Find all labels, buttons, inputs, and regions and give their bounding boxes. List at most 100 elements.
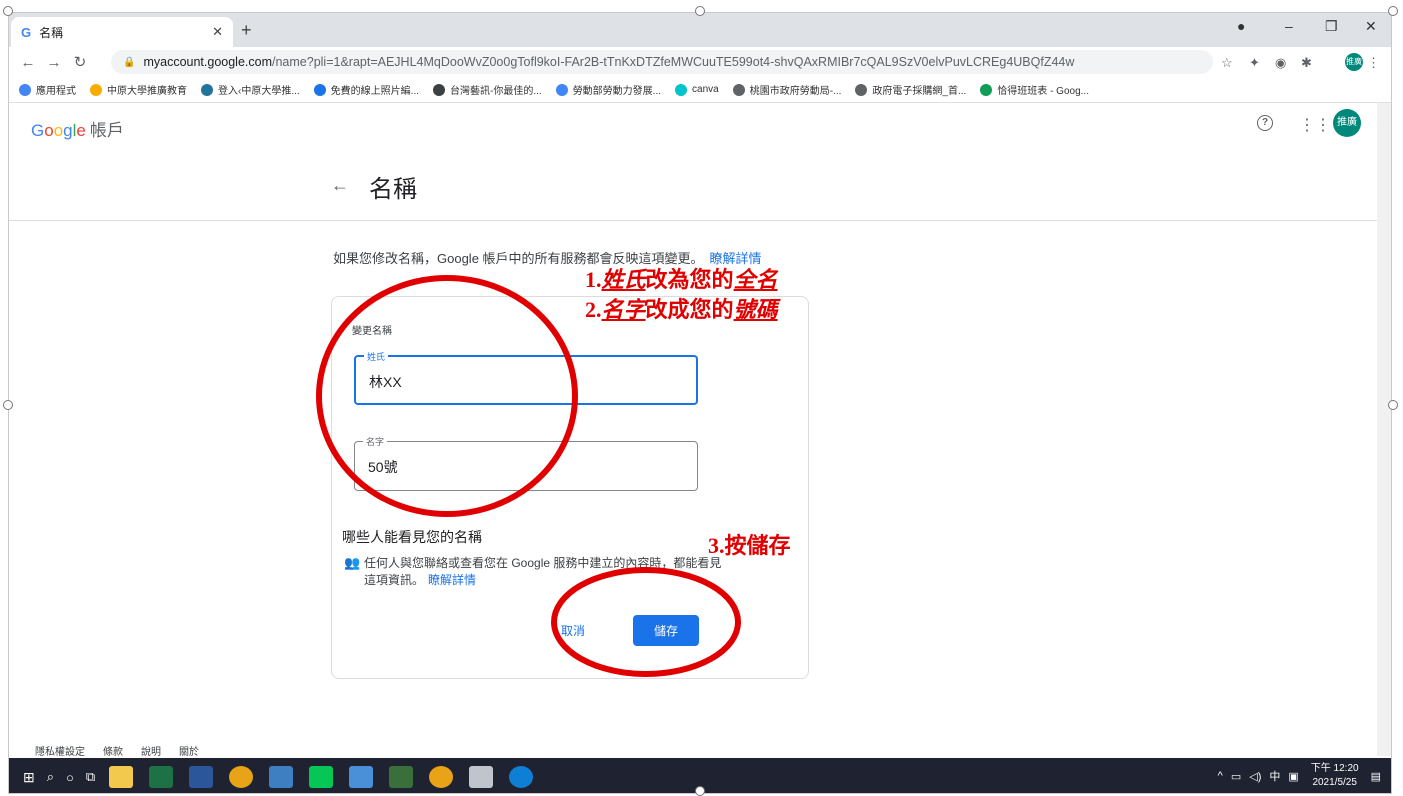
bookmarks-bar: 應用程式 中原大學推廣教育 登入‹中原大學推... 免費的線上照片編... 台灣藝訊-你… bbox=[9, 77, 1391, 103]
task-view-icon[interactable]: ⧉ bbox=[86, 769, 95, 785]
first-name-label: 名字 bbox=[363, 435, 388, 448]
bookmark-item[interactable]: 勞動部勞動力發展... bbox=[555, 82, 662, 97]
bookmark-label: canva bbox=[692, 84, 719, 95]
notification-icon[interactable]: ▤ bbox=[1371, 770, 1381, 783]
bookmark-item[interactable]: 恰得班班表 - Goog... bbox=[980, 82, 1089, 97]
browser-tab[interactable]: G 名稱 ✕ bbox=[11, 17, 233, 47]
menu-kebab-icon[interactable]: ⋮ bbox=[1367, 55, 1380, 71]
bookmark-item[interactable]: 台灣藝訊-你最佳的... bbox=[433, 82, 542, 97]
bookmark-item[interactable]: 應用程式 bbox=[19, 82, 76, 97]
clock[interactable]: 下午 12:20 2021/5/25 bbox=[1311, 762, 1359, 790]
page-title: 名稱 bbox=[369, 176, 417, 203]
reload-icon[interactable]: ↻ bbox=[69, 53, 91, 71]
file-explorer-icon[interactable] bbox=[109, 766, 134, 788]
page-scrollbar[interactable] bbox=[1377, 103, 1391, 756]
paint-icon[interactable] bbox=[469, 766, 494, 788]
url-host: myaccount.google.com bbox=[143, 55, 272, 69]
bookmark-item[interactable]: canva bbox=[675, 83, 719, 96]
resize-handle[interactable] bbox=[1388, 6, 1398, 16]
line-icon[interactable] bbox=[309, 766, 334, 788]
visibility-text: 任何人與您聯絡或查看您在 Google 服務中建立的內容時，都能看見這項資訊。瞭… bbox=[364, 556, 722, 587]
address-bar[interactable]: 🔒 myaccount.google.com /name?pli=1&rapt=… bbox=[111, 50, 1213, 74]
tab-strip: G 名稱 ✕ + ● – ❐ ✕ bbox=[9, 13, 1391, 47]
extension-icon[interactable]: ✦ bbox=[1249, 55, 1260, 71]
bookmark-favicon-icon bbox=[980, 83, 993, 96]
resize-handle[interactable] bbox=[695, 786, 705, 796]
help-icon[interactable]: ? bbox=[1257, 115, 1273, 131]
cortana-icon[interactable]: ○ bbox=[66, 770, 74, 785]
bookmark-item[interactable]: 中原大學推廣教育 bbox=[90, 82, 187, 97]
page-content: Google 帳戶 ? ⋮⋮⋮ 推廣 ← 名稱 如果您修改名稱，Google 帳戶… bbox=[9, 103, 1391, 758]
profile-avatar[interactable]: 推廣 bbox=[1345, 53, 1363, 71]
windows-start-icon[interactable]: ⊞ bbox=[23, 769, 35, 786]
annotation-step-3: 3.按儲存 bbox=[708, 533, 791, 558]
network-icon[interactable]: ▭ bbox=[1231, 770, 1241, 783]
bookmark-label: 桃園市政府勞動局-... bbox=[749, 86, 842, 97]
record-icon[interactable]: ● bbox=[1237, 18, 1245, 34]
clock-time: 下午 12:20 bbox=[1310, 763, 1359, 774]
puzzle-icon[interactable]: ✱ bbox=[1301, 55, 1312, 71]
tray-chevron-icon[interactable]: ^ bbox=[1218, 770, 1223, 782]
account-avatar[interactable]: 推廣 bbox=[1333, 109, 1361, 137]
bookmark-favicon-icon bbox=[433, 83, 446, 96]
bookmark-item[interactable]: 桃園市政府勞動局-... bbox=[732, 82, 842, 97]
minimize-icon[interactable]: – bbox=[1285, 18, 1293, 34]
chrome-icon[interactable] bbox=[429, 766, 454, 788]
bookmark-item[interactable]: 政府電子採購網_首... bbox=[855, 82, 966, 97]
footer-link-privacy[interactable]: 隱私權設定 bbox=[35, 743, 85, 758]
app-icon[interactable] bbox=[389, 766, 414, 788]
resize-handle[interactable] bbox=[1388, 400, 1398, 410]
name-card: 變更名稱 姓氏 林XX 名字 50號 哪些人能看見您的名稱 👥 任何人與您聯絡或… bbox=[331, 296, 809, 679]
save-button[interactable]: 儲存 bbox=[633, 615, 699, 646]
screenshot-frame: G 名稱 ✕ + ● – ❐ ✕ ← → ↻ 🔒 myaccount.googl… bbox=[8, 12, 1392, 794]
word-icon[interactable] bbox=[189, 766, 214, 788]
people-icon: 👥 bbox=[344, 555, 361, 570]
footer-link-help[interactable]: 說明 bbox=[141, 743, 161, 758]
bookmark-star-icon[interactable]: ☆ bbox=[1221, 55, 1233, 71]
visibility-title: 哪些人能看見您的名稱 bbox=[342, 529, 482, 545]
maximize-icon[interactable]: ❐ bbox=[1325, 18, 1338, 35]
cancel-button[interactable]: 取消 bbox=[561, 622, 585, 639]
app-icon[interactable] bbox=[269, 766, 294, 788]
extension-icon[interactable]: ◉ bbox=[1275, 55, 1286, 71]
bookmark-favicon-icon bbox=[855, 83, 868, 96]
close-window-icon[interactable]: ✕ bbox=[1365, 18, 1377, 35]
url-path: /name?pli=1&rapt=AEJHL4MqDooWvZ0o0gTofl9… bbox=[272, 55, 1075, 69]
google-account-header: Google 帳戶 ? ⋮⋮⋮ 推廣 bbox=[9, 103, 1377, 151]
first-name-field[interactable]: 名字 50號 bbox=[354, 435, 698, 491]
ime-indicator[interactable]: 中 bbox=[1269, 768, 1280, 784]
annotation-step-1: 1.姓氏改為您的全名 bbox=[585, 267, 778, 292]
browser-toolbar: ← → ↻ 🔒 myaccount.google.com /name?pli=1… bbox=[9, 47, 1391, 77]
back-icon[interactable]: ← bbox=[17, 54, 39, 71]
clock-date: 2021/5/25 bbox=[1312, 777, 1357, 788]
last-name-field[interactable]: 姓氏 林XX bbox=[354, 350, 698, 405]
bookmark-item[interactable]: 免費的線上照片編... bbox=[313, 82, 419, 97]
bookmark-favicon-icon bbox=[19, 83, 31, 96]
close-tab-icon[interactable]: ✕ bbox=[212, 24, 223, 40]
keyboard-icon[interactable]: ▣ bbox=[1288, 770, 1298, 783]
chrome-icon[interactable] bbox=[229, 766, 254, 788]
bookmark-item[interactable]: 登入‹中原大學推... bbox=[201, 82, 300, 97]
bookmark-label: 登入‹中原大學推... bbox=[218, 86, 300, 97]
resize-handle[interactable] bbox=[3, 6, 13, 16]
resize-handle[interactable] bbox=[3, 400, 13, 410]
google-account-logo[interactable]: Google 帳戶 bbox=[31, 116, 124, 141]
annotation-step-2: 2.名字改成您的號碼 bbox=[585, 297, 778, 322]
edge-icon[interactable] bbox=[509, 766, 534, 788]
app-icon[interactable] bbox=[349, 766, 374, 788]
new-tab-icon[interactable]: + bbox=[241, 20, 252, 41]
footer-link-about[interactable]: 關於 bbox=[179, 743, 199, 758]
search-icon[interactable]: ⌕ bbox=[47, 769, 54, 785]
visibility-learn-more-link[interactable]: 瞭解詳情 bbox=[428, 573, 476, 587]
forward-icon[interactable]: → bbox=[43, 54, 65, 71]
bookmark-label: 中原大學推廣教育 bbox=[107, 86, 187, 97]
back-arrow-icon[interactable]: ← bbox=[331, 175, 349, 196]
footer-link-terms[interactable]: 條款 bbox=[103, 743, 123, 758]
resize-handle[interactable] bbox=[695, 6, 705, 16]
bookmark-favicon-icon bbox=[555, 83, 568, 96]
volume-icon[interactable]: ◁) bbox=[1249, 770, 1261, 783]
last-name-value: 林XX bbox=[369, 374, 402, 390]
bookmark-label: 恰得班班表 - Goog... bbox=[997, 86, 1089, 97]
bookmark-label: 勞動部勞動力發展... bbox=[572, 86, 662, 97]
excel-icon[interactable] bbox=[149, 766, 174, 788]
